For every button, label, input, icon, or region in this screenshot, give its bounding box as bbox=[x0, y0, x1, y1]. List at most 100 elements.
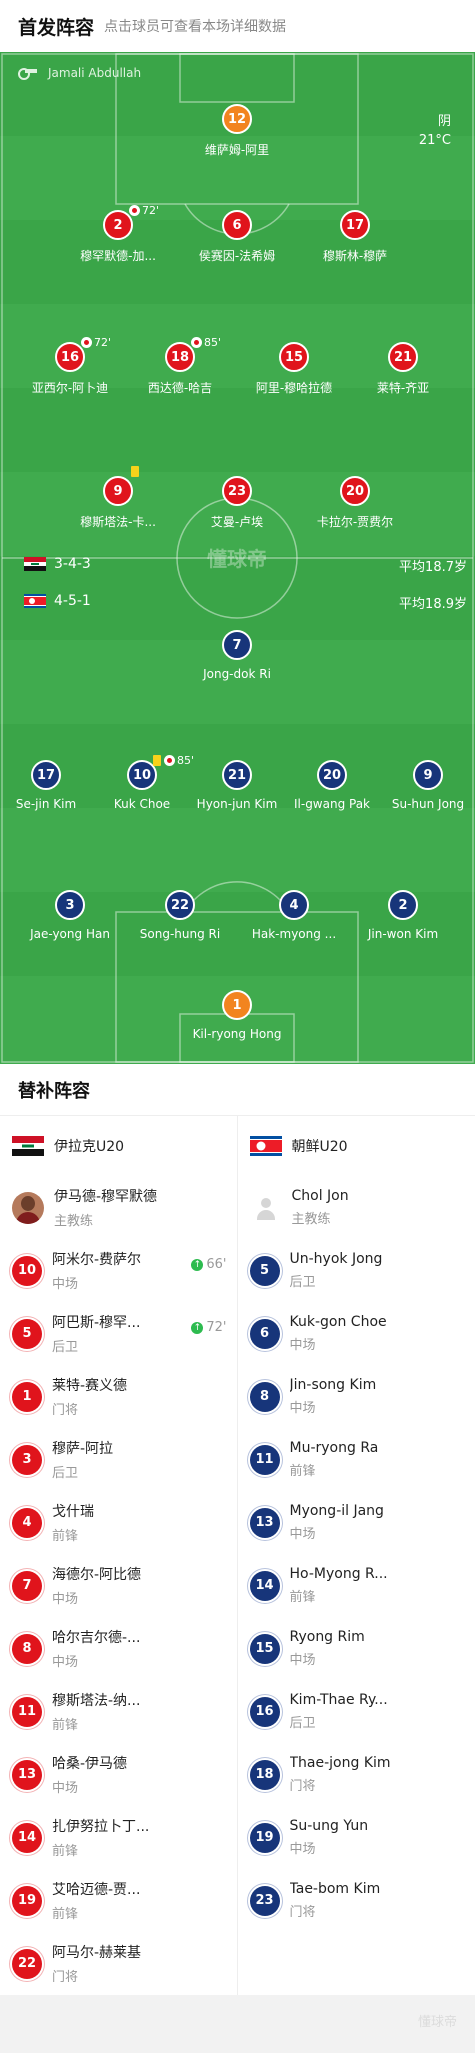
player-name: 西达德-哈吉 bbox=[147, 381, 213, 395]
home-sub-player[interactable]: 4 戈什瑞 前锋 bbox=[0, 1491, 237, 1554]
home-player[interactable]: 9 穆斯塔法-卡... bbox=[63, 466, 173, 530]
player-name: Song-hung Ri bbox=[139, 927, 221, 941]
sub-name: 扎伊努拉卜丁... bbox=[52, 1819, 150, 1835]
away-player[interactable]: 4 Hak-myong ... bbox=[239, 890, 349, 941]
player-number: 21 bbox=[222, 760, 252, 790]
player-name: Se-jin Kim bbox=[15, 797, 77, 811]
sub-name: Mu-ryong Ra bbox=[289, 1440, 379, 1456]
away-sub-player[interactable]: 6 Kuk-gon Choe 中场 bbox=[238, 1302, 475, 1365]
player-name: 侯赛因-法希姆 bbox=[198, 249, 276, 263]
away-player[interactable]: 20 Il-gwang Pak bbox=[277, 760, 387, 811]
home-sub-player[interactable]: 5 阿巴斯-穆罕... 后卫 ↑ 72' bbox=[0, 1302, 237, 1365]
sub-name: 哈桑-伊马德 bbox=[52, 1756, 128, 1772]
sub-position: 后卫 bbox=[52, 1466, 79, 1481]
home-team-name: 伊拉克U20 bbox=[54, 1139, 125, 1155]
home-player[interactable]: 6 侯赛因-法希姆 bbox=[182, 210, 292, 264]
sub-off-icon bbox=[164, 755, 175, 766]
away-player[interactable]: 22 Song-hung Ri bbox=[125, 890, 235, 941]
home-sub-player[interactable]: 1 莱特-赛义德 门将 bbox=[0, 1365, 237, 1428]
sub-position: 门将 bbox=[52, 1403, 79, 1418]
sub-name: 艾哈迈德-贾... bbox=[52, 1882, 141, 1898]
sub-position: 前锋 bbox=[52, 1529, 79, 1544]
player-name: 亚西尔-阿卜迪 bbox=[31, 381, 109, 395]
home-formation: 3-4-3 bbox=[24, 556, 91, 572]
away-player[interactable]: 9 Su-hun Jong bbox=[373, 760, 475, 811]
away-sub-player[interactable]: 13 Myong-il Jang 中场 bbox=[238, 1491, 475, 1554]
player-number: 22 bbox=[165, 890, 195, 920]
sub-position: 中场 bbox=[289, 1527, 316, 1542]
home-sub-player[interactable]: 14 扎伊努拉卜丁... 前锋 bbox=[0, 1806, 237, 1869]
player-name: Kuk Choe bbox=[113, 797, 171, 811]
home-sub-player[interactable]: 22 阿马尔-赫莱基 门将 bbox=[0, 1932, 237, 1995]
sub-number: 4 bbox=[12, 1507, 42, 1538]
weather: 阴 21°C bbox=[419, 112, 451, 150]
away-player[interactable]: 10 85' Kuk Choe bbox=[87, 754, 197, 811]
home-player[interactable]: 15 阿里-穆哈拉德 bbox=[239, 342, 349, 396]
pitch: 懂球帝 Jamali Abdullah 阴 21°C 12 维萨姆-阿里 2 7… bbox=[0, 52, 475, 1064]
sub-off-icon bbox=[191, 337, 202, 348]
home-sub-player[interactable]: 19 艾哈迈德-贾... 前锋 bbox=[0, 1869, 237, 1932]
home-player[interactable]: 2 72' 穆罕默德-加... bbox=[63, 204, 173, 264]
sub-number: 19 bbox=[12, 1885, 42, 1916]
home-coach[interactable]: 伊马德-穆罕默德 主教练 bbox=[0, 1176, 237, 1239]
player-number: 7 bbox=[222, 630, 252, 660]
player-number: 23 bbox=[222, 476, 252, 506]
home-player[interactable]: 16 72' 亚西尔-阿卜迪 bbox=[15, 336, 125, 396]
sub-time: ↑ 72' bbox=[191, 1320, 227, 1335]
sub-position: 后卫 bbox=[289, 1716, 316, 1731]
player-event: 72' bbox=[81, 336, 111, 349]
sub-position: 前锋 bbox=[52, 1907, 79, 1922]
sub-name: 阿米尔-费萨尔 bbox=[52, 1252, 142, 1268]
away-sub-player[interactable]: 5 Un-hyok Jong 后卫 bbox=[238, 1239, 475, 1302]
sub-name: Ho-Myong R... bbox=[289, 1566, 388, 1582]
sub-name: Tae-bom Kim bbox=[289, 1881, 381, 1897]
away-player[interactable]: 7 Jong-dok Ri bbox=[182, 630, 292, 681]
sub-number: 1 bbox=[12, 1381, 42, 1412]
home-sub-player[interactable]: 3 穆萨-阿拉 后卫 bbox=[0, 1428, 237, 1491]
sub-position: 中场 bbox=[289, 1842, 316, 1857]
player-name: 卡拉尔-贾费尔 bbox=[316, 515, 394, 529]
home-sub-player[interactable]: 11 穆斯塔法-纳... 前锋 bbox=[0, 1680, 237, 1743]
away-player[interactable]: 3 Jae-yong Han bbox=[15, 890, 125, 941]
home-player[interactable]: 23 艾曼-卢埃 bbox=[182, 476, 292, 530]
away-sub-player[interactable]: 14 Ho-Myong R... 前锋 bbox=[238, 1554, 475, 1617]
coach-role: 主教练 bbox=[291, 1212, 331, 1227]
away-coach[interactable]: Chol Jon 主教练 bbox=[238, 1176, 475, 1239]
home-sub-player[interactable]: 8 哈尔吉尔德-... 中场 bbox=[0, 1617, 237, 1680]
home-player[interactable]: 12 维萨姆-阿里 bbox=[182, 104, 292, 158]
home-sub-player[interactable]: 13 哈桑-伊马德 中场 bbox=[0, 1743, 237, 1806]
away-player[interactable]: 1 Kil-ryong Hong bbox=[182, 990, 292, 1041]
player-name: 穆罕默德-加... bbox=[80, 249, 156, 263]
away-sub-player[interactable]: 15 Ryong Rim 中场 bbox=[238, 1617, 475, 1680]
sub-name: 穆萨-阿拉 bbox=[52, 1441, 114, 1457]
sub-position: 中场 bbox=[52, 1655, 79, 1670]
away-sub-player[interactable]: 11 Mu-ryong Ra 前锋 bbox=[238, 1428, 475, 1491]
away-sub-player[interactable]: 23 Tae-bom Kim 门将 bbox=[238, 1869, 475, 1932]
player-name: Il-gwang Pak bbox=[293, 797, 371, 811]
player-name: Jae-yong Han bbox=[30, 927, 110, 941]
away-sub-player[interactable]: 18 Thae-jong Kim 门将 bbox=[238, 1743, 475, 1806]
event-time: 72' bbox=[142, 204, 160, 217]
away-sub-player[interactable]: 19 Su-ung Yun 中场 bbox=[238, 1806, 475, 1869]
away-sub-player[interactable]: 16 Kim-Thae Ry... 后卫 bbox=[238, 1680, 475, 1743]
sub-number: 13 bbox=[249, 1507, 280, 1538]
home-player[interactable]: 18 85' 西达德-哈吉 bbox=[125, 336, 235, 396]
home-sub-player[interactable]: 7 海德尔-阿比德 中场 bbox=[0, 1554, 237, 1617]
iraq-flag-icon bbox=[12, 1136, 44, 1156]
away-sub-player[interactable]: 8 Jin-song Kim 中场 bbox=[238, 1365, 475, 1428]
home-sub-player[interactable]: 10 阿米尔-费萨尔 中场 ↑ 66' bbox=[0, 1239, 237, 1302]
home-player[interactable]: 21 莱特-齐亚 bbox=[348, 342, 458, 396]
away-player[interactable]: 17 Se-jin Kim bbox=[0, 760, 101, 811]
sub-position: 前锋 bbox=[289, 1590, 316, 1605]
away-player[interactable]: 21 Hyon-jun Kim bbox=[182, 760, 292, 811]
away-player[interactable]: 2 Jin-won Kim bbox=[348, 890, 458, 941]
sub-position: 中场 bbox=[52, 1781, 79, 1796]
home-player[interactable]: 17 穆斯林-穆萨 bbox=[300, 210, 410, 264]
sub-position: 中场 bbox=[289, 1338, 316, 1353]
home-player[interactable]: 20 卡拉尔-贾费尔 bbox=[300, 476, 410, 530]
substitutes-section: 替补阵容 伊拉克U20 伊马德-穆罕默德 主教练 10 阿米尔-费萨尔 中场 ↑ 6… bbox=[0, 1064, 475, 1995]
sub-on-icon: ↑ bbox=[191, 1258, 204, 1271]
player-name: Jong-dok Ri bbox=[203, 667, 271, 681]
sub-time-text: 72' bbox=[206, 1320, 227, 1335]
sub-number: 6 bbox=[249, 1318, 280, 1349]
